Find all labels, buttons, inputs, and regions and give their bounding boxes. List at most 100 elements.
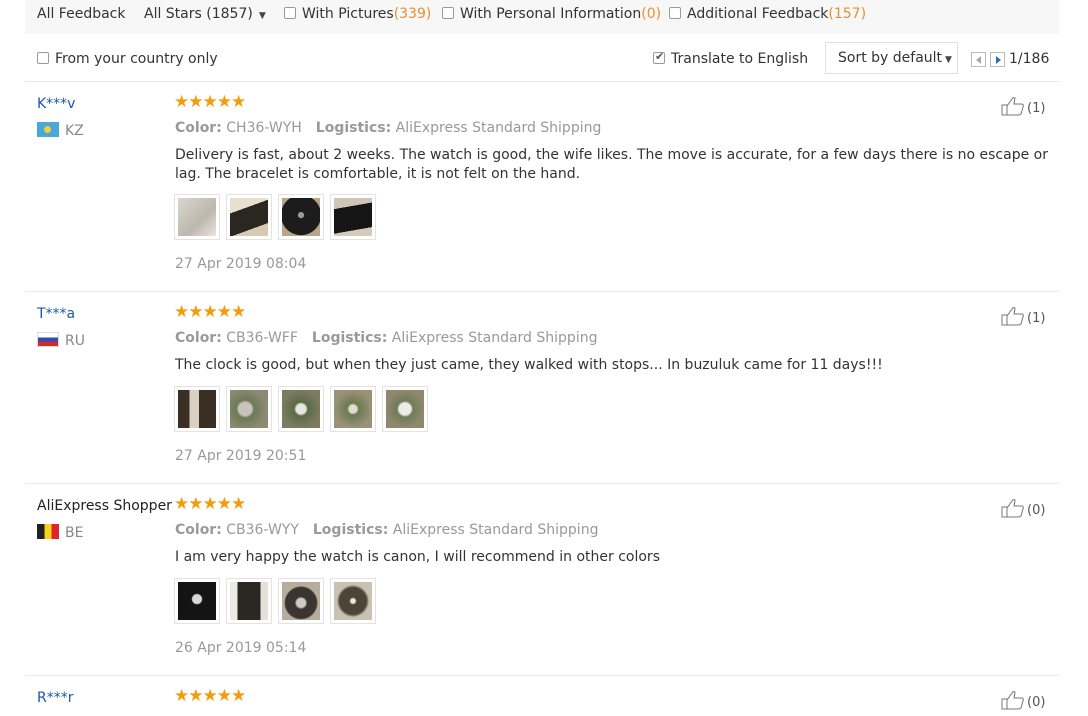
color-value: CB36-WYY bbox=[226, 522, 299, 538]
options-bar: From your country only Translate to Engl… bbox=[25, 42, 1059, 82]
logistics-label: Logistics: bbox=[311, 330, 388, 346]
review-photo[interactable] bbox=[330, 386, 376, 432]
helpful-button[interactable]: (0) bbox=[1001, 690, 1045, 710]
review-date: 27 Apr 2019 20:51 bbox=[175, 448, 307, 464]
reviewer-name[interactable]: AliExpress Shopper bbox=[37, 498, 172, 514]
helpful-button[interactable]: (1) bbox=[1001, 306, 1045, 326]
kazakhstan-flag-icon bbox=[37, 122, 59, 137]
country-code: BE bbox=[65, 525, 84, 541]
additional-feedback-label: Additional Feedback bbox=[687, 6, 829, 22]
review-photo[interactable] bbox=[330, 194, 376, 240]
next-page-button[interactable] bbox=[990, 52, 1005, 67]
color-label: Color: bbox=[175, 330, 222, 346]
with-pictures-filter[interactable]: With Pictures(339) bbox=[284, 6, 431, 22]
arrow-right-icon bbox=[996, 56, 1001, 64]
color-label: Color: bbox=[175, 522, 222, 538]
thumbs-up-icon bbox=[1001, 97, 1024, 116]
review-text: Delivery is fast, about 2 weeks. The wat… bbox=[175, 147, 1048, 182]
review-meta: Color: CB36-WYY Logistics: AliExpress Sta… bbox=[175, 522, 598, 538]
russia-flag-icon bbox=[37, 332, 59, 347]
chevron-down-icon: ▼ bbox=[945, 55, 952, 65]
reviewer-country: BE bbox=[37, 524, 83, 541]
logistics-label: Logistics: bbox=[312, 522, 389, 538]
review-item: R***r ★★★★★ (0) bbox=[25, 676, 1059, 716]
sort-dropdown[interactable]: Sort by default ▼ bbox=[825, 42, 958, 74]
review-item: AliExpress Shopper BE ★★★★★ Color: CB36-… bbox=[25, 484, 1059, 676]
chevron-down-icon: ▼ bbox=[258, 11, 266, 21]
star-rating: ★★★★★ bbox=[174, 494, 246, 514]
filter-bar: All Feedback All Stars (1857) ▼ With Pict… bbox=[25, 0, 1059, 34]
sort-label: Sort by default bbox=[838, 50, 943, 66]
review-photo[interactable] bbox=[174, 578, 220, 624]
review-photo[interactable] bbox=[382, 386, 428, 432]
helpful-button[interactable]: (0) bbox=[1001, 498, 1045, 518]
helpful-count: (0) bbox=[1027, 503, 1046, 518]
helpful-count: (1) bbox=[1027, 311, 1046, 326]
logistics-label: Logistics: bbox=[315, 120, 392, 136]
all-stars-dropdown[interactable]: All Stars (1857) ▼ bbox=[144, 6, 266, 22]
translate-option[interactable]: Translate to English bbox=[653, 50, 809, 67]
review-photo[interactable] bbox=[278, 194, 324, 240]
prev-page-button[interactable] bbox=[971, 52, 986, 67]
review-photo[interactable] bbox=[226, 194, 272, 240]
logistics-value: AliExpress Standard Shipping bbox=[392, 522, 599, 538]
helpful-button[interactable]: (1) bbox=[1001, 96, 1045, 116]
review-meta: Color: CB36-WFF Logistics: AliExpress Sta… bbox=[175, 330, 597, 346]
additional-feedback-checkbox[interactable] bbox=[669, 7, 681, 19]
review-photo[interactable] bbox=[174, 386, 220, 432]
personal-info-label: With Personal Information bbox=[460, 6, 642, 22]
review-photo[interactable] bbox=[278, 578, 324, 624]
country-only-checkbox[interactable] bbox=[37, 52, 49, 64]
all-feedback-tab[interactable]: All Feedback bbox=[37, 6, 125, 22]
country-code: RU bbox=[65, 333, 85, 349]
star-rating: ★★★★★ bbox=[174, 686, 246, 706]
belgium-flag-icon bbox=[37, 524, 59, 539]
review-photos bbox=[174, 578, 376, 624]
review-photo[interactable] bbox=[330, 578, 376, 624]
color-label: Color: bbox=[175, 120, 222, 136]
thumbs-up-icon bbox=[1001, 691, 1024, 710]
translate-checkbox[interactable] bbox=[653, 50, 665, 64]
star-rating: ★★★★★ bbox=[174, 302, 246, 322]
review-date: 27 Apr 2019 08:04 bbox=[175, 256, 307, 272]
star-rating: ★★★★★ bbox=[174, 92, 246, 112]
personal-info-count: (0) bbox=[641, 6, 662, 22]
country-only-label: From your country only bbox=[55, 51, 218, 67]
review-photo[interactable] bbox=[226, 386, 272, 432]
country-code: KZ bbox=[65, 123, 84, 139]
reviewer-name[interactable]: T***a bbox=[37, 306, 75, 322]
review-photo[interactable] bbox=[278, 386, 324, 432]
reviewer-country: RU bbox=[37, 332, 85, 349]
thumbs-up-icon bbox=[1001, 499, 1024, 518]
additional-feedback-filter[interactable]: Additional Feedback(157) bbox=[669, 6, 866, 22]
personal-info-checkbox[interactable] bbox=[442, 7, 454, 19]
personal-info-filter[interactable]: With Personal Information(0) bbox=[442, 6, 661, 22]
helpful-count: (1) bbox=[1027, 101, 1046, 116]
arrow-left-icon bbox=[976, 56, 981, 64]
logistics-value: AliExpress Standard Shipping bbox=[391, 330, 598, 346]
additional-feedback-count: (157) bbox=[828, 6, 867, 22]
logistics-value: AliExpress Standard Shipping bbox=[395, 120, 602, 136]
review-photo[interactable] bbox=[174, 194, 220, 240]
review-item: K***v KZ ★★★★★ Color: CH36-WYH Logistics:… bbox=[25, 82, 1059, 292]
reviewer-name[interactable]: K***v bbox=[37, 96, 75, 112]
reviewer-country: KZ bbox=[37, 122, 84, 139]
helpful-count: (0) bbox=[1027, 695, 1046, 710]
color-value: CB36-WFF bbox=[226, 330, 298, 346]
review-photo[interactable] bbox=[226, 578, 272, 624]
color-value: CH36-WYH bbox=[226, 120, 302, 136]
review-photos bbox=[174, 386, 428, 432]
review-meta: Color: CH36-WYH Logistics: AliExpress Sta… bbox=[175, 120, 601, 136]
thumbs-up-icon bbox=[1001, 307, 1024, 326]
reviewer-name[interactable]: R***r bbox=[37, 690, 73, 706]
translate-label: Translate to English bbox=[671, 51, 809, 67]
country-only-filter[interactable]: From your country only bbox=[37, 51, 218, 67]
review-item: T***a RU ★★★★★ Color: CB36-WFF Logistics:… bbox=[25, 292, 1059, 484]
page-indicator: 1/186 bbox=[1009, 51, 1050, 67]
with-pictures-count: (339) bbox=[393, 6, 432, 22]
review-photos bbox=[174, 194, 376, 240]
with-pictures-checkbox[interactable] bbox=[284, 7, 296, 19]
review-text: I am very happy the watch is canon, I wi… bbox=[175, 549, 660, 565]
review-date: 26 Apr 2019 05:14 bbox=[175, 640, 307, 656]
all-stars-label: All Stars (1857) bbox=[144, 6, 253, 22]
